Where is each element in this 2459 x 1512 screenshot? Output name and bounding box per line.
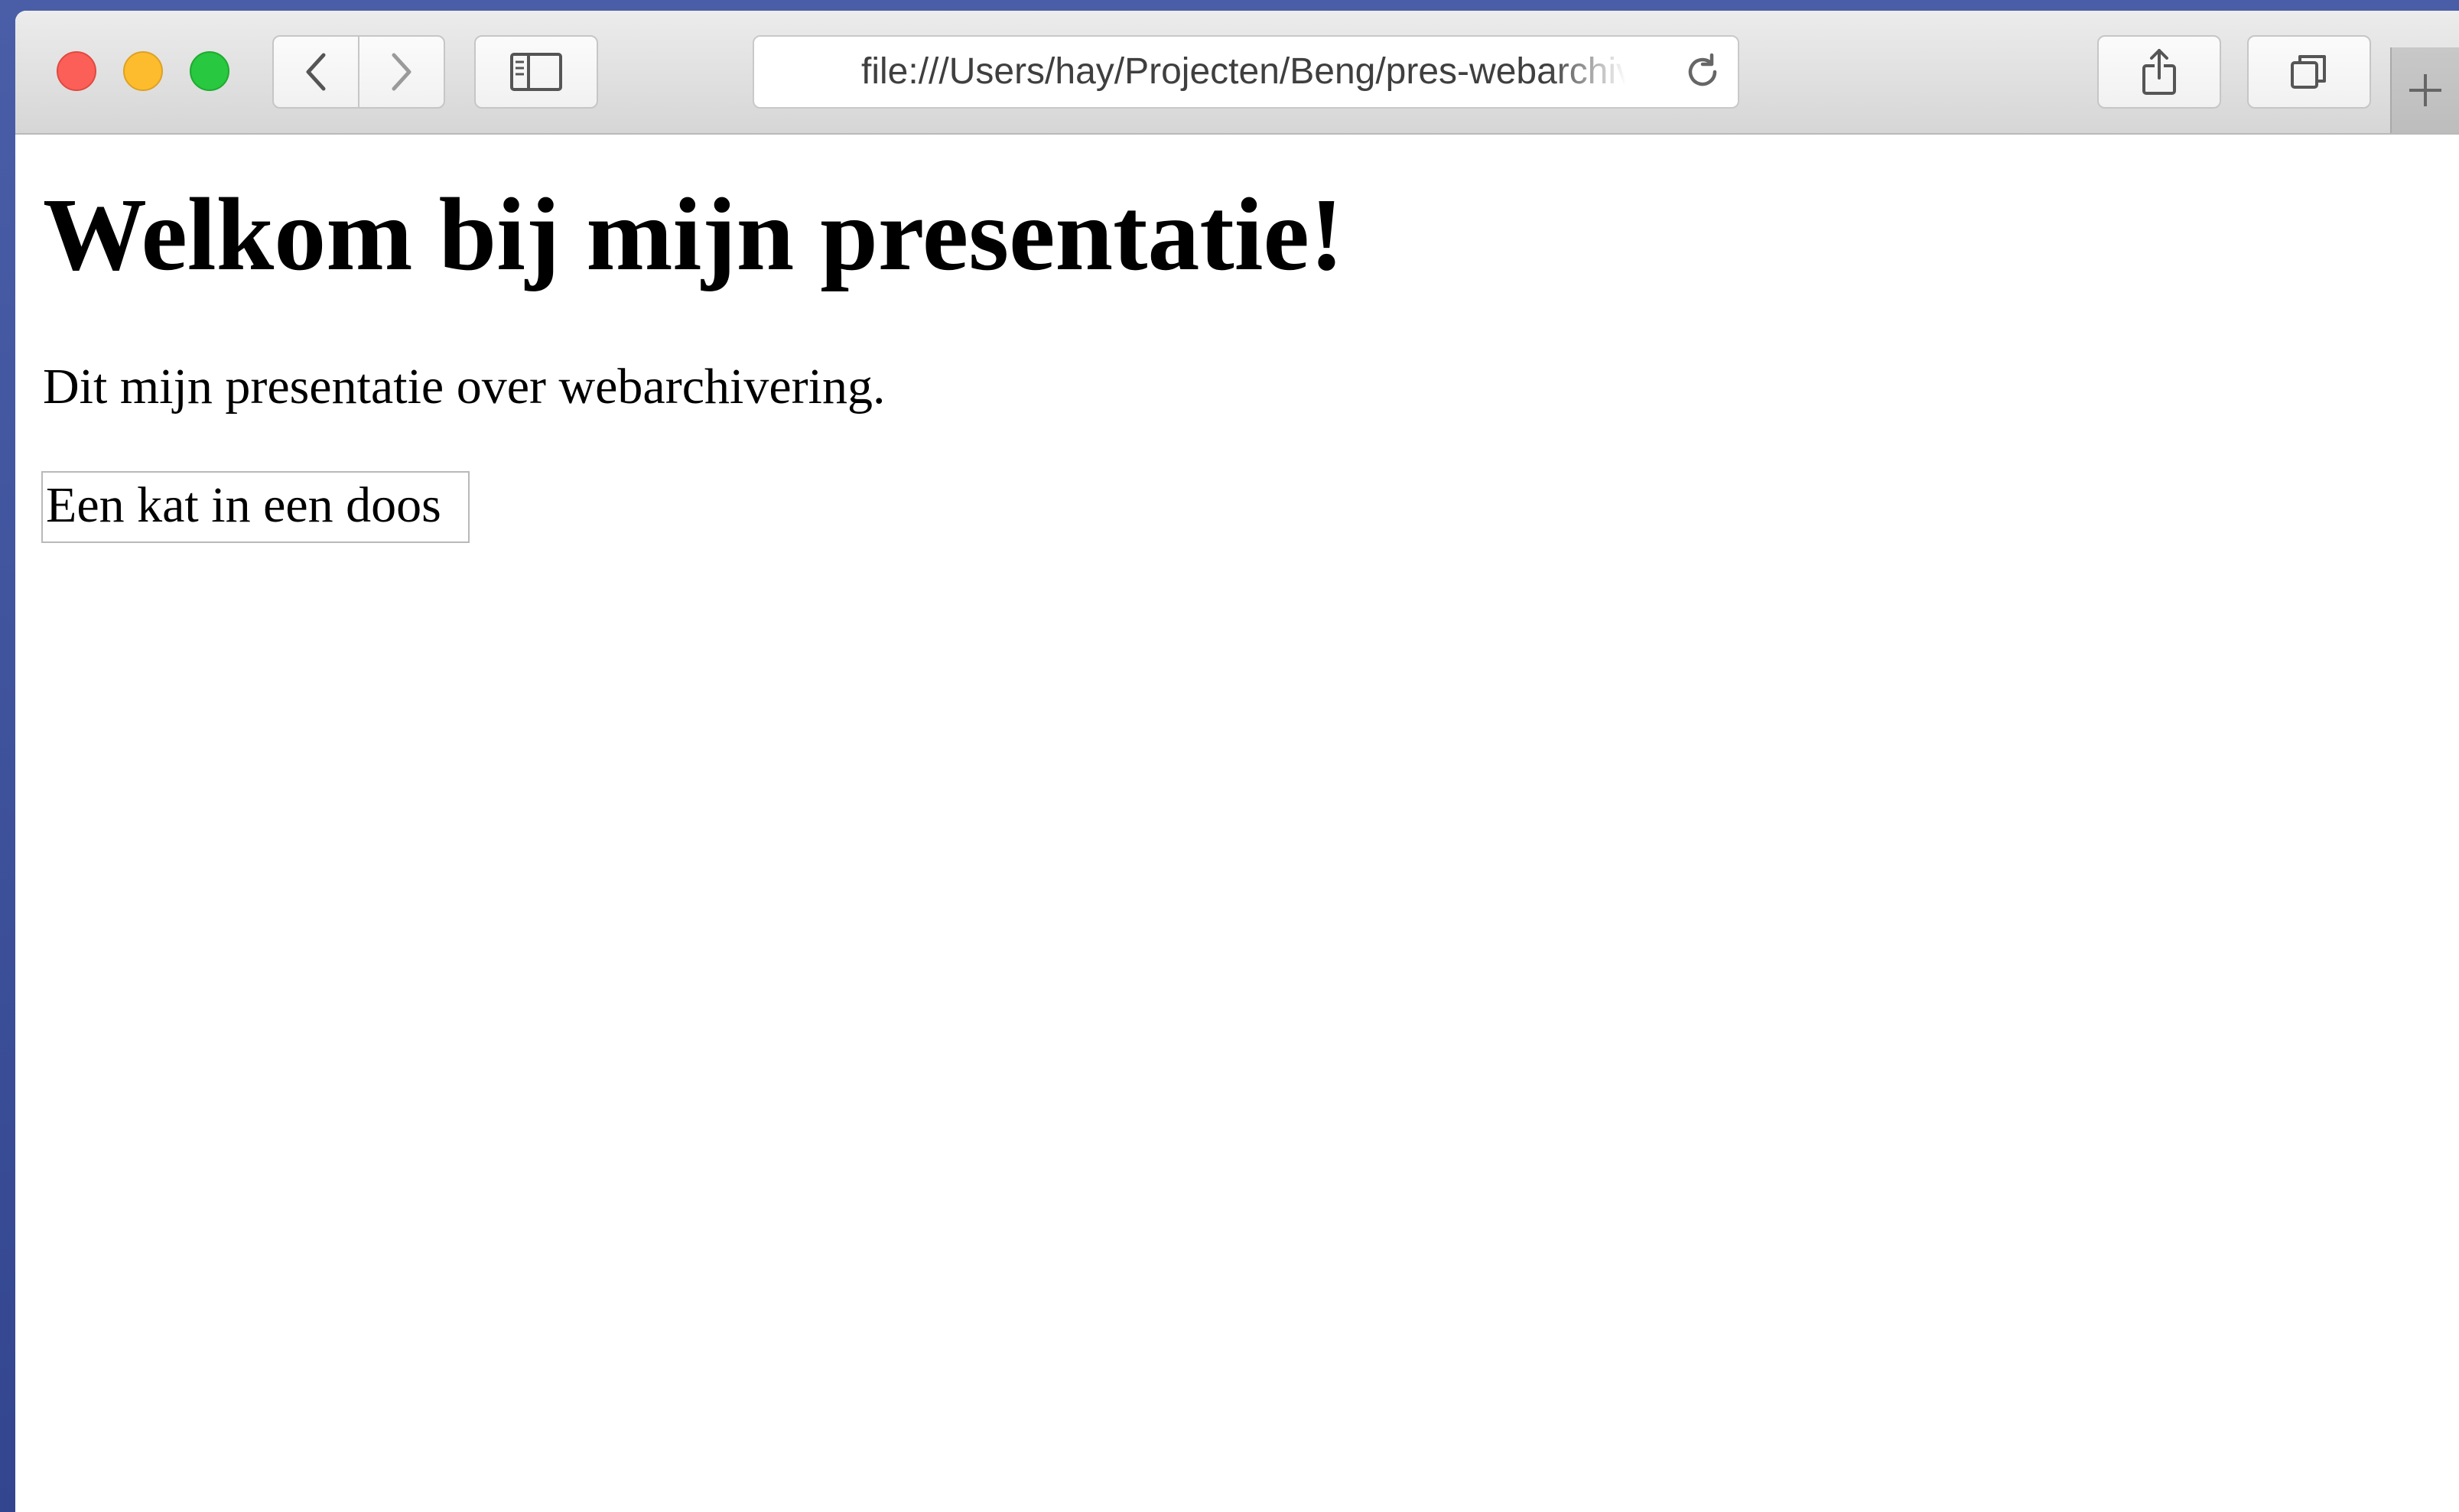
share-icon [2142,49,2176,95]
close-window-button[interactable] [57,51,96,91]
share-button[interactable] [2097,35,2221,109]
zoom-window-button[interactable] [190,51,229,91]
sidebar-button[interactable] [474,35,598,109]
broken-image-alt-text: Een kat in een doos [41,471,470,543]
browser-toolbar: file:///Users/hay/Projecten/Beng/pres-we… [15,11,2459,135]
url-text[interactable]: file:///Users/hay/Projecten/Beng/pres-we… [861,37,1626,107]
navigation-buttons [272,35,445,109]
page-heading: Welkom bij mijn presentatie! [43,177,1345,292]
desktop-background: file:///Users/hay/Projecten/Beng/pres-we… [0,0,2459,1512]
page-content: Welkom bij mijn presentatie! Dit mijn pr… [15,135,2459,1512]
tab-overview-button[interactable] [2247,35,2371,109]
forward-button[interactable] [358,37,444,107]
address-bar[interactable]: file:///Users/hay/Projecten/Beng/pres-we… [753,35,1739,109]
tabs-overview-icon [2291,55,2326,89]
plus-icon [2409,74,2441,106]
reload-icon [1688,53,1717,86]
chevron-left-icon [306,53,326,91]
minimize-window-button[interactable] [123,51,163,91]
chevron-right-icon [392,53,411,91]
new-tab-button[interactable] [2390,47,2459,133]
browser-window: file:///Users/hay/Projecten/Beng/pres-we… [15,11,2459,1512]
reload-button[interactable] [1681,50,1724,93]
sidebar-icon [510,53,562,91]
page-paragraph: Dit mijn presentatie over webarchivering… [43,359,886,415]
back-button[interactable] [274,37,358,107]
